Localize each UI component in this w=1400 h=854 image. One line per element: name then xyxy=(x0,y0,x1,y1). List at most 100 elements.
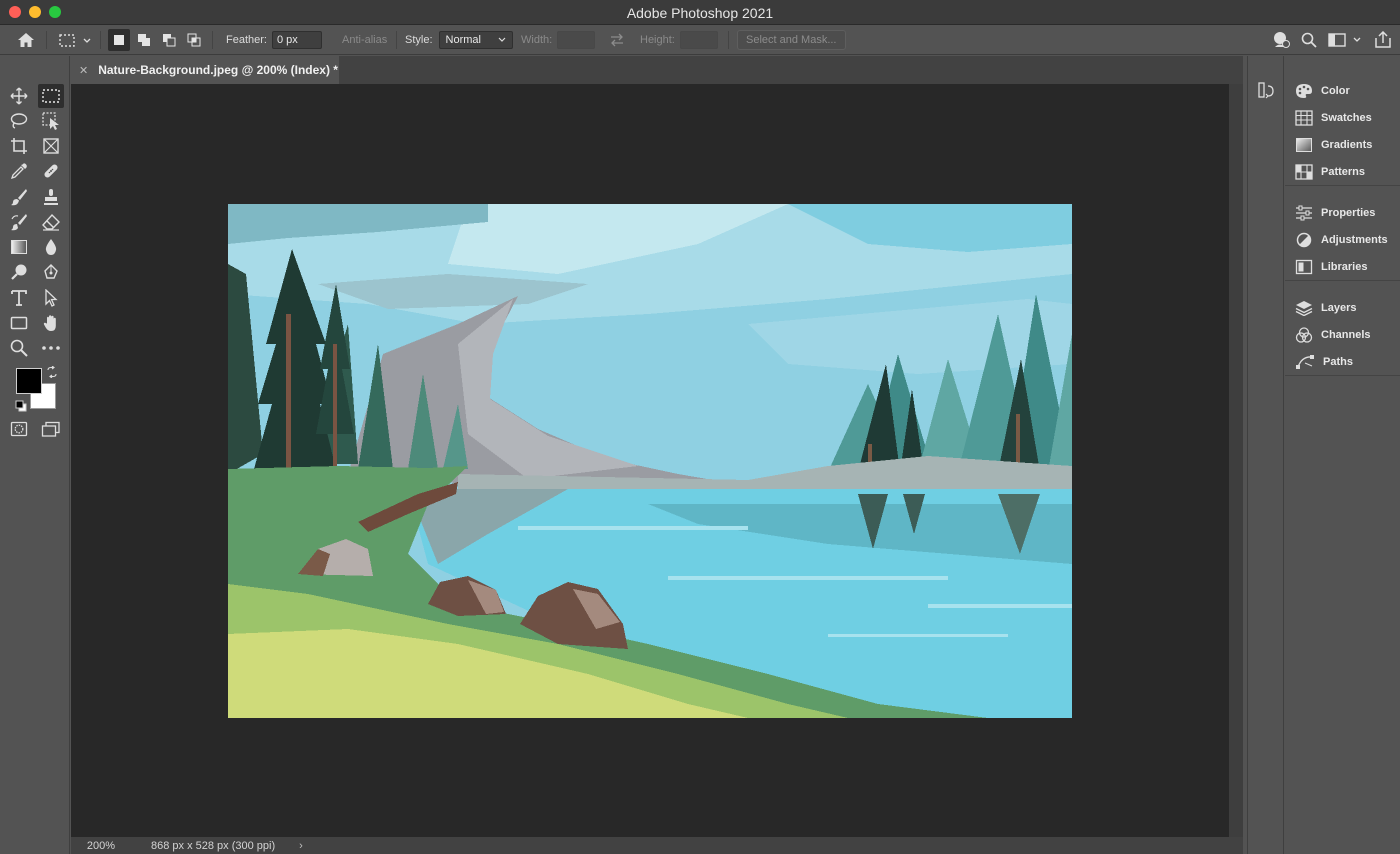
swatches-grid-icon xyxy=(1295,109,1313,126)
new-selection-button[interactable] xyxy=(108,29,130,51)
panel-channels[interactable]: Channels xyxy=(1285,321,1400,348)
panel-libraries[interactable]: Libraries xyxy=(1285,253,1400,280)
zoom-tool[interactable] xyxy=(6,336,32,360)
screen-mode-button[interactable] xyxy=(38,417,64,441)
type-icon xyxy=(11,290,27,306)
rectangular-marquee-icon xyxy=(42,89,60,103)
intersect-selection-button[interactable] xyxy=(183,29,205,51)
foreground-color-swatch[interactable] xyxy=(16,368,42,394)
document-canvas-image[interactable] xyxy=(228,204,1072,718)
search-profile-button[interactable] xyxy=(1272,25,1290,55)
screen-mode-icon xyxy=(41,421,60,437)
dodge-tool[interactable] xyxy=(6,260,32,284)
crop-tool[interactable] xyxy=(6,134,32,158)
panel-patterns-label: Patterns xyxy=(1321,165,1366,178)
eyedropper-tool[interactable] xyxy=(6,159,32,183)
eyedropper-icon xyxy=(10,163,27,180)
anti-alias-checkbox[interactable]: Anti-alias xyxy=(342,34,387,46)
eraser-tool[interactable] xyxy=(38,210,64,234)
history-brush-tool[interactable] xyxy=(6,210,32,234)
sliders-icon xyxy=(1296,205,1312,220)
add-to-selection-button[interactable] xyxy=(133,29,155,51)
edit-toolbar-button[interactable] xyxy=(38,336,64,360)
tool-preset-picker[interactable] xyxy=(58,25,94,55)
close-tab-icon[interactable]: ✕ xyxy=(79,64,88,77)
height-input[interactable] xyxy=(679,31,718,49)
move-tool[interactable] xyxy=(6,84,32,108)
object-selection-tool[interactable] xyxy=(38,109,64,133)
lasso-tool[interactable] xyxy=(6,109,32,133)
vertical-scrollbar[interactable] xyxy=(1229,84,1243,854)
status-menu-arrow-icon[interactable]: › xyxy=(299,840,303,852)
panel-gradients[interactable]: Gradients xyxy=(1285,131,1400,158)
panel-layers[interactable]: Layers xyxy=(1285,294,1400,321)
intersect-selection-icon xyxy=(187,33,201,47)
panel-color-label: Color xyxy=(1321,84,1350,97)
more-dots-icon xyxy=(42,346,60,350)
blur-tool[interactable] xyxy=(38,235,64,259)
hand-icon xyxy=(43,315,56,331)
frame-icon xyxy=(43,138,59,154)
feather-label: Feather: xyxy=(226,34,267,46)
status-bar: 200% 868 px x 528 px (300 ppi) › xyxy=(71,837,1243,854)
home-button[interactable] xyxy=(17,25,35,55)
swap-colors-button[interactable] xyxy=(46,365,58,381)
panel-swatches-label: Swatches xyxy=(1321,111,1372,124)
share-button[interactable] xyxy=(1374,25,1392,55)
panel-patterns[interactable]: Patterns xyxy=(1285,158,1400,185)
rectangle-shape-icon xyxy=(10,316,28,330)
lasso-icon xyxy=(10,113,28,129)
brush-tool[interactable] xyxy=(6,185,32,209)
document-tab-bar: ✕ Nature-Background.jpeg @ 200% (Index) … xyxy=(71,56,1243,84)
channels-icon xyxy=(1295,326,1313,343)
zoom-level[interactable]: 200% xyxy=(71,840,131,852)
feather-input[interactable] xyxy=(271,31,322,49)
collapsed-panel-strip xyxy=(1247,56,1284,854)
panel-paths[interactable]: Paths xyxy=(1285,348,1400,375)
object-selection-icon xyxy=(42,112,59,130)
home-icon xyxy=(18,33,34,47)
panel-libraries-label: Libraries xyxy=(1321,260,1368,273)
document-tab[interactable]: ✕ Nature-Background.jpeg @ 200% (Index) … xyxy=(71,56,339,84)
panel-group-properties: Properties Adjustments Libraries xyxy=(1285,199,1400,281)
pen-tool[interactable] xyxy=(38,260,64,284)
width-input[interactable] xyxy=(557,31,596,49)
style-dropdown[interactable]: Normal xyxy=(438,31,513,49)
search-icon xyxy=(1301,32,1317,48)
type-tool[interactable] xyxy=(6,286,32,310)
dodge-icon xyxy=(11,264,27,280)
patterns-grid-icon xyxy=(1295,163,1313,180)
history-panel-button[interactable] xyxy=(1257,81,1275,102)
default-colors-icon xyxy=(15,400,27,412)
search-button[interactable] xyxy=(1301,25,1317,55)
clone-stamp-tool[interactable] xyxy=(38,185,64,209)
default-colors-button[interactable] xyxy=(15,400,27,415)
path-selection-tool[interactable] xyxy=(38,286,64,310)
quick-mask-icon xyxy=(10,421,28,437)
panel-channels-label: Channels xyxy=(1321,328,1371,341)
gradient-tool[interactable] xyxy=(6,235,32,259)
workspace-switcher[interactable] xyxy=(1328,25,1362,55)
water-drop-icon xyxy=(45,239,57,255)
paths-icon xyxy=(1296,354,1314,369)
quick-mask-button[interactable] xyxy=(6,417,32,441)
pen-icon xyxy=(44,264,58,279)
panel-swatches[interactable]: Swatches xyxy=(1285,104,1400,131)
frame-tool[interactable] xyxy=(38,134,64,158)
add-selection-icon xyxy=(138,34,150,46)
healing-brush-tool[interactable] xyxy=(38,159,64,183)
hand-tool[interactable] xyxy=(38,311,64,335)
panel-dock: Color Swatches Gradients Patterns Proper… xyxy=(1285,56,1400,854)
marquee-tool[interactable] xyxy=(38,84,64,108)
subtract-from-selection-button[interactable] xyxy=(158,29,180,51)
style-label: Style: xyxy=(405,34,433,46)
panel-adjustments[interactable]: Adjustments xyxy=(1285,226,1400,253)
rectangle-tool[interactable] xyxy=(6,311,32,335)
new-selection-icon xyxy=(114,35,124,45)
swap-width-height-button[interactable] xyxy=(609,25,625,55)
select-and-mask-button[interactable]: Select and Mask... xyxy=(737,30,846,50)
panel-properties[interactable]: Properties xyxy=(1285,199,1400,226)
gradient-icon xyxy=(11,240,27,254)
style-value: Normal xyxy=(445,34,481,46)
panel-color[interactable]: Color xyxy=(1285,77,1400,104)
